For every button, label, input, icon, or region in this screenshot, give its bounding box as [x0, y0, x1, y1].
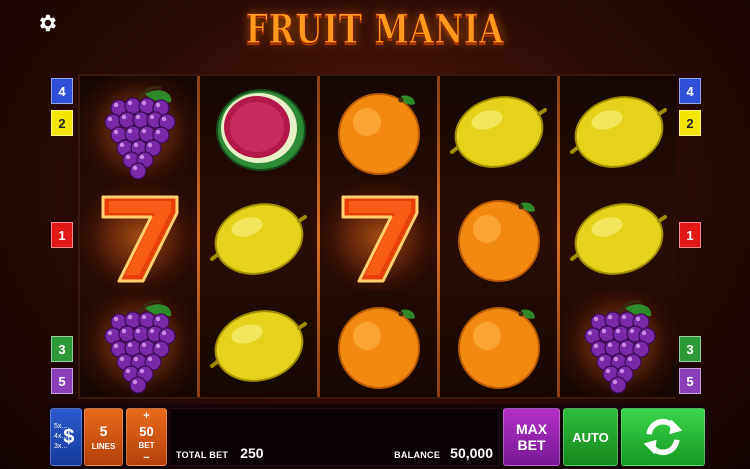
lines-value: 5: [99, 423, 108, 439]
seven-symbol: [320, 183, 437, 290]
orange-symbol: [320, 290, 437, 397]
game-title: FRUIT MANIA: [245, 6, 505, 54]
payline-badge[interactable]: 5: [51, 368, 73, 394]
lemon-icon: [569, 95, 667, 168]
watermelon-symbol: [200, 76, 317, 183]
reel: [560, 76, 677, 397]
payline-badge[interactable]: 4: [679, 78, 701, 104]
grapes-symbol: [80, 290, 197, 397]
seven-symbol: [80, 183, 197, 290]
total-bet-label: TOTAL BET: [176, 450, 229, 460]
payline-badge[interactable]: 3: [679, 336, 701, 362]
orange-icon: [337, 92, 420, 175]
dollar-icon: $: [63, 425, 75, 448]
orange-icon: [457, 306, 540, 389]
watermelon-icon: [215, 88, 306, 171]
reel: [80, 76, 197, 397]
bet-value: 50: [139, 423, 154, 439]
bet-label: BET: [138, 441, 155, 451]
currency-button[interactable]: 5x... 4x... 3x... $: [50, 408, 82, 466]
lemon-icon: [209, 309, 307, 382]
reel: [440, 76, 557, 397]
bet-plus-icon[interactable]: +: [143, 411, 149, 422]
settings-gear-icon[interactable]: [36, 12, 58, 34]
lines-label: LINES: [91, 442, 116, 451]
orange-icon: [457, 199, 540, 282]
payline-badge[interactable]: 3: [51, 336, 73, 362]
max-bet-line1: MAX: [515, 421, 548, 437]
lemon-symbol: [560, 76, 677, 183]
auto-button[interactable]: AUTO: [563, 408, 618, 466]
max-bet-line2: BET: [517, 437, 546, 453]
payline-badge[interactable]: 2: [679, 110, 701, 136]
total-bet-value: 250: [240, 445, 264, 461]
spin-arrows-icon: [643, 418, 683, 456]
payline-badge[interactable]: 1: [51, 222, 73, 248]
lemon-icon: [209, 202, 307, 275]
seven-icon: [101, 195, 178, 282]
max-bet-button[interactable]: MAX BET: [503, 408, 560, 466]
info-panel: TOTAL BET 250 BALANCE 50,000: [169, 408, 500, 466]
payline-badge[interactable]: 2: [51, 110, 73, 136]
grapes-icon: [103, 299, 176, 394]
bet-minus-icon[interactable]: −: [143, 452, 149, 463]
lemon-symbol: [560, 183, 677, 290]
payline-badge[interactable]: 4: [51, 78, 73, 104]
auto-label: AUTO: [572, 429, 609, 445]
orange-symbol: [320, 76, 437, 183]
spin-button[interactable]: [621, 408, 705, 466]
grapes-icon: [103, 85, 176, 180]
lemon-symbol: [200, 290, 317, 397]
lemon-symbol: [200, 183, 317, 290]
lines-button[interactable]: 5 LINES: [84, 408, 123, 466]
lemon-icon: [449, 95, 547, 168]
seven-icon: [341, 195, 418, 282]
grapes-symbol: [560, 290, 677, 397]
reel: [320, 76, 437, 397]
reel: [200, 76, 317, 397]
lemon-symbol: [440, 76, 557, 183]
lemon-icon: [569, 202, 667, 275]
balance-label: BALANCE: [394, 450, 441, 460]
grapes-icon: [583, 299, 656, 394]
grapes-symbol: [80, 76, 197, 183]
orange-icon: [337, 306, 420, 389]
payline-badge[interactable]: 5: [679, 368, 701, 394]
balance-value: 50,000: [450, 445, 493, 461]
bet-button[interactable]: + 50 BET −: [126, 408, 167, 466]
orange-symbol: [440, 183, 557, 290]
reels-area: [78, 74, 677, 399]
orange-symbol: [440, 290, 557, 397]
payline-badge[interactable]: 1: [679, 222, 701, 248]
